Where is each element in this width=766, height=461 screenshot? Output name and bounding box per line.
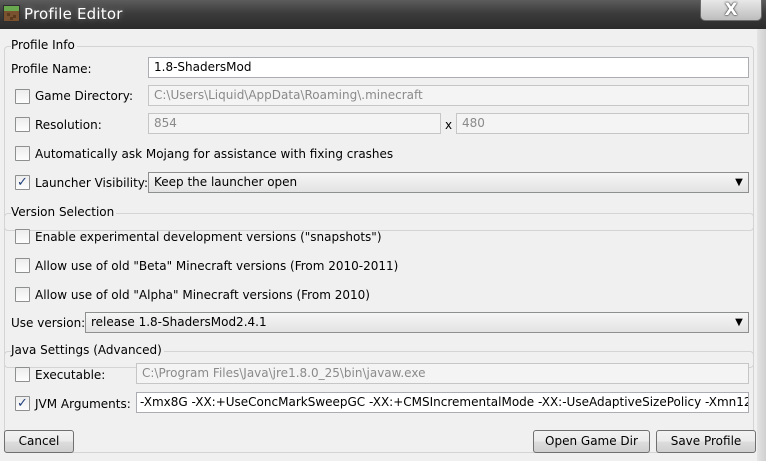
use-version-dropdown[interactable]: release 1.8-ShadersMod2.4.1 ▼ bbox=[85, 312, 749, 333]
chevron-down-icon: ▼ bbox=[735, 317, 743, 328]
jvm-arguments-input[interactable]: -Xmx8G -XX:+UseConcMarkSweepGC -XX:+CMSI… bbox=[136, 392, 749, 413]
checkmark-icon: ✓ bbox=[17, 396, 28, 411]
jvm-arguments-label: JVM Arguments: bbox=[35, 397, 131, 411]
snapshots-checkbox[interactable] bbox=[15, 229, 30, 244]
resolution-height-input[interactable]: 480 bbox=[456, 113, 749, 134]
checkmark-icon: ✓ bbox=[17, 175, 28, 190]
minecraft-grass-block-icon bbox=[3, 5, 20, 22]
use-version-label: Use version: bbox=[11, 316, 86, 330]
alpha-label: Allow use of old "Alpha" Minecraft versi… bbox=[35, 288, 370, 302]
use-version-value: release 1.8-ShadersMod2.4.1 bbox=[91, 315, 267, 329]
game-directory-label: Game Directory: bbox=[35, 89, 134, 103]
launcher-visibility-dropdown[interactable]: Keep the launcher open ▼ bbox=[148, 172, 749, 193]
chevron-down-icon: ▼ bbox=[735, 177, 743, 188]
dialog-body: Profile Info Profile Name: 1.8-ShadersMo… bbox=[0, 29, 766, 461]
open-game-dir-button[interactable]: Open Game Dir bbox=[533, 430, 650, 453]
jvm-arguments-checkbox[interactable]: ✓ bbox=[15, 396, 30, 411]
executable-label: Executable: bbox=[35, 368, 106, 382]
profile-name-label: Profile Name: bbox=[11, 62, 92, 76]
profile-info-title: Profile Info bbox=[11, 38, 77, 52]
launcher-visibility-checkbox[interactable]: ✓ bbox=[15, 175, 30, 190]
launcher-visibility-label: Launcher Visibility: bbox=[35, 176, 149, 190]
close-button[interactable]: X bbox=[700, 0, 762, 21]
auto-assist-checkbox[interactable] bbox=[15, 146, 30, 161]
save-profile-button[interactable]: Save Profile bbox=[656, 430, 756, 453]
beta-checkbox[interactable] bbox=[15, 258, 30, 273]
snapshots-label: Enable experimental development versions… bbox=[35, 230, 382, 244]
game-directory-input[interactable]: C:\Users\Liquid\AppData\Roaming\.minecra… bbox=[148, 85, 749, 106]
window-title: Profile Editor bbox=[24, 5, 123, 23]
title-bar: Profile Editor X bbox=[0, 0, 766, 30]
executable-input[interactable]: C:\Program Files\Java\jre1.8.0_25\bin\ja… bbox=[136, 363, 749, 384]
java-settings-title: Java Settings (Advanced) bbox=[11, 343, 164, 357]
close-icon: X bbox=[724, 0, 738, 20]
launcher-visibility-value: Keep the launcher open bbox=[154, 175, 298, 189]
game-directory-checkbox[interactable] bbox=[15, 89, 30, 104]
auto-assist-label: Automatically ask Mojang for assistance … bbox=[35, 147, 394, 161]
beta-label: Allow use of old "Beta" Minecraft versio… bbox=[35, 259, 399, 273]
resolution-label: Resolution: bbox=[35, 118, 102, 132]
version-selection-title: Version Selection bbox=[11, 205, 117, 219]
profile-name-input[interactable]: 1.8-ShadersMod bbox=[148, 57, 749, 78]
executable-checkbox[interactable] bbox=[15, 367, 30, 382]
resolution-width-input[interactable]: 854 bbox=[148, 113, 441, 134]
alpha-checkbox[interactable] bbox=[15, 287, 30, 302]
resolution-separator: x bbox=[445, 118, 453, 132]
cancel-button[interactable]: Cancel bbox=[4, 430, 74, 453]
resolution-checkbox[interactable] bbox=[15, 117, 30, 132]
